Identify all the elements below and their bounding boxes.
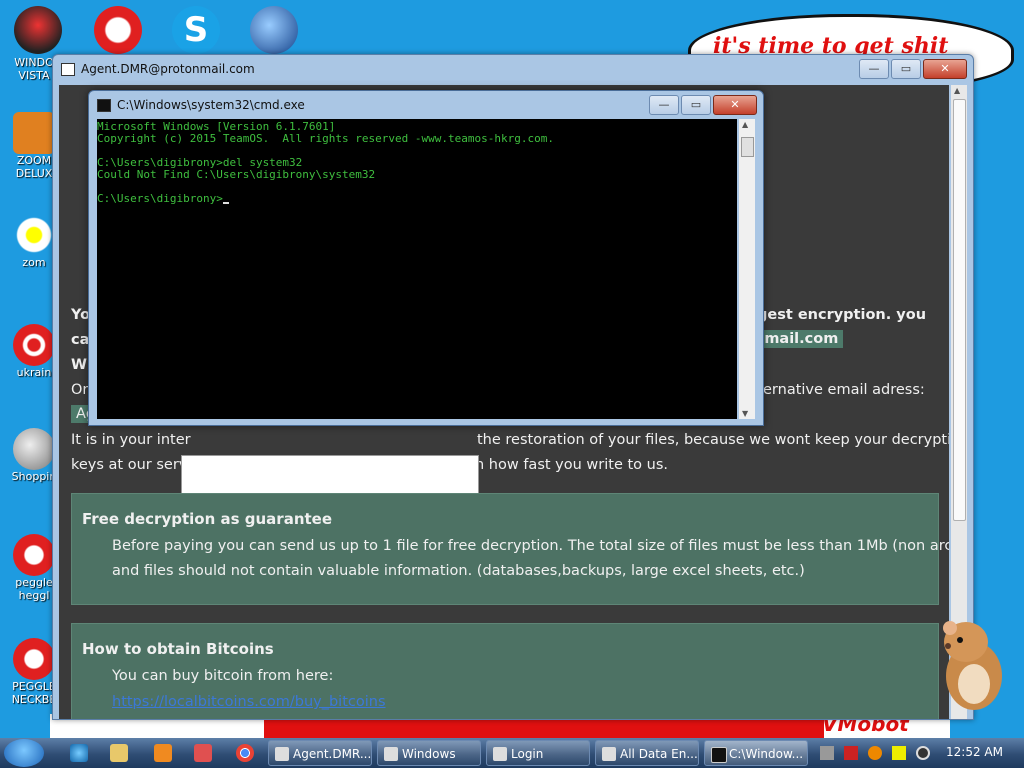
- free-decryption-line-1: Before paying you can send us up to 1 fi…: [112, 538, 949, 554]
- cmd-line: Copyright (c) 2015 TeamOS. All rights re…: [97, 132, 554, 145]
- close-button[interactable]: ✕: [923, 59, 967, 79]
- tray-icon[interactable]: [868, 746, 882, 760]
- cmd-console[interactable]: Microsoft Windows [Version 6.1.7601] Cop…: [97, 119, 737, 419]
- globe-icon[interactable]: [250, 6, 298, 54]
- bitcoin-link[interactable]: https://localbitcoins.com/buy_bitcoins: [112, 694, 386, 710]
- note-line-7-left: keys at our serv: [71, 457, 188, 473]
- free-decryption-line-2: and files should not contain valuable in…: [112, 563, 805, 579]
- hamster-image: [943, 621, 1002, 710]
- bitcoin-line-1: You can buy bitcoin from here:: [112, 668, 334, 684]
- window-icon: [61, 63, 75, 76]
- free-decryption-panel: Free decryption as guarantee Before payi…: [71, 493, 949, 605]
- cmd-window[interactable]: C:\Windows\system32\cmd.exe — ▭ ✕ Micros…: [88, 90, 764, 426]
- cmd-scrollbar-thumb[interactable]: [741, 137, 754, 157]
- cmd-prompt: C:\Users\digibrony>: [97, 192, 229, 205]
- tray-icon[interactable]: [844, 746, 858, 760]
- maximize-button[interactable]: ▭: [891, 59, 921, 79]
- ie-icon[interactable]: [70, 744, 88, 762]
- note-line-2-left: ca: [71, 332, 90, 348]
- task-cmd[interactable]: C:\Window...: [704, 740, 808, 766]
- cmd-maximize-button[interactable]: ▭: [681, 95, 711, 115]
- task-agent-window[interactable]: Agent.DMR...: [268, 740, 372, 766]
- text-cursor: [222, 202, 229, 204]
- task-all-data[interactable]: All Data En...: [595, 740, 699, 766]
- free-decryption-title: Free decryption as guarantee: [82, 510, 333, 528]
- cmd-close-button[interactable]: ✕: [713, 95, 757, 115]
- skype-icon[interactable]: S: [172, 6, 220, 54]
- p-app-icon[interactable]: [94, 6, 142, 54]
- cmd-minimize-button[interactable]: —: [649, 95, 679, 115]
- vista-app-icon[interactable]: [14, 6, 62, 54]
- media-player-icon[interactable]: [154, 744, 172, 762]
- bitcoin-panel: How to obtain Bitcoins You can buy bitco…: [71, 623, 939, 719]
- peggle-icon: [13, 638, 55, 680]
- note-line-6-right: the restoration of your files, because w…: [477, 432, 949, 448]
- note-line-4-left: Or: [71, 382, 89, 398]
- flower-icon: [13, 214, 55, 256]
- agent-window-title: Agent.DMR@protonmail.com: [81, 62, 255, 76]
- scroll-up-icon[interactable]: ▲: [954, 86, 960, 95]
- app-icon[interactable]: [194, 744, 212, 762]
- bitcoin-title: How to obtain Bitcoins: [82, 640, 274, 658]
- tray-icon[interactable]: [892, 746, 906, 760]
- note-line-6-left: It is in your inter: [71, 432, 191, 448]
- window-icon: [275, 747, 289, 761]
- task-windows[interactable]: Windows: [377, 740, 481, 766]
- cmd-icon: [711, 747, 727, 763]
- tray-icon[interactable]: [820, 746, 834, 760]
- note-line-4-right: ernative email adress:: [763, 382, 925, 398]
- windows-start-icon[interactable]: [4, 739, 44, 767]
- zoom-icon: [13, 112, 55, 154]
- peggle-icon: [13, 534, 55, 576]
- cmd-scrollbar[interactable]: ▲ ▼: [739, 119, 755, 419]
- window-icon: [602, 747, 616, 761]
- window-icon: [384, 747, 398, 761]
- cmd-icon: [97, 99, 111, 112]
- window-icon: [493, 747, 507, 761]
- minimize-button[interactable]: —: [859, 59, 889, 79]
- note-line-1-right: gest encryption. you: [757, 307, 927, 323]
- scroll-down-icon[interactable]: ▼: [742, 409, 748, 418]
- cmd-window-title: C:\Windows\system32\cmd.exe: [117, 98, 305, 112]
- cmd-window-titlebar[interactable]: C:\Windows\system32\cmd.exe — ▭ ✕: [89, 91, 763, 119]
- cmd-line: Could Not Find C:\Users\digibrony\system…: [97, 168, 376, 181]
- taskbar: Agent.DMR... Windows Login All Data En..…: [0, 738, 1024, 768]
- chrome-icon[interactable]: [236, 744, 254, 762]
- scroll-up-icon[interactable]: ▲: [742, 120, 748, 129]
- cmd-prompt-text: C:\Users\digibrony>: [97, 192, 223, 205]
- task-login[interactable]: Login: [486, 740, 590, 766]
- volume-icon[interactable]: [916, 746, 930, 760]
- folder-icon[interactable]: [110, 744, 128, 762]
- note-line-3-left: W: [71, 357, 87, 373]
- radiation-icon: [13, 324, 55, 366]
- clock[interactable]: 12:52 AM: [946, 745, 1003, 759]
- note-line-7-right: n how fast you write to us.: [475, 457, 669, 473]
- scrollbar-thumb[interactable]: [953, 99, 966, 521]
- agent-window-titlebar[interactable]: Agent.DMR@protonmail.com — ▭ ✕: [53, 55, 973, 85]
- flash-icon: [13, 428, 55, 470]
